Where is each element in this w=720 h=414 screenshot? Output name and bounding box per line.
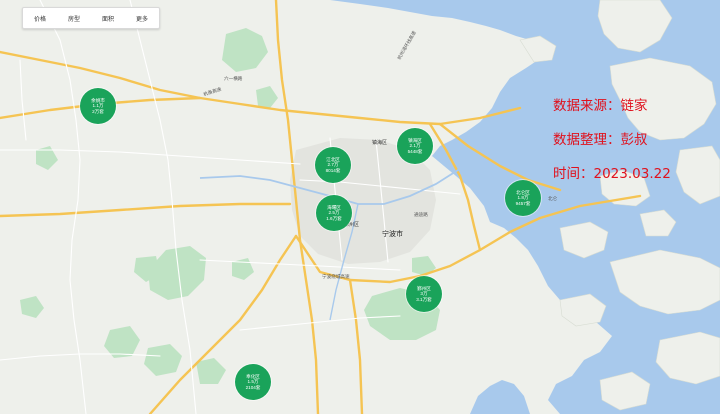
label-ring: 宁波绕城高速 bbox=[322, 273, 350, 280]
cluster-jiangbei[interactable]: 江北区 2.7万 8014套 bbox=[315, 147, 351, 183]
cluster-haishu[interactable]: 海曙区 2.5万 1.6万套 bbox=[316, 195, 352, 231]
cluster-price: 8014套 bbox=[325, 167, 341, 173]
label-zhenhai: 镇海区 bbox=[372, 139, 387, 146]
cluster-yuyao[interactable]: 余姚市 1.1万 2万套 bbox=[80, 88, 116, 124]
base-map[interactable]: 宁波市 镇海区 鄞州区 杭州湾环线高速 杭甬高速 六一横路 北仑 通途路 宁波绕… bbox=[0, 0, 720, 414]
cluster-fenghua[interactable]: 奉化区 1.5万 2104套 bbox=[235, 364, 271, 400]
filter-price[interactable]: 价格 bbox=[34, 14, 46, 23]
data-source-text: 数据来源：链家 bbox=[553, 98, 648, 114]
label-tongtu: 通途路 bbox=[414, 211, 428, 218]
cluster-yinzhou[interactable]: 鄞州区 3万 3.1万套 bbox=[406, 276, 442, 312]
cluster-price: 1.6万套 bbox=[326, 215, 342, 221]
cluster-zhenhai[interactable]: 镇海区 2.1万 5448套 bbox=[397, 128, 433, 164]
label-liuheng: 六一横路 bbox=[224, 75, 243, 82]
cluster-price: 3.1万套 bbox=[416, 296, 432, 302]
filter-more[interactable]: 更多 bbox=[136, 14, 148, 23]
cluster-beilun[interactable]: 北仑区 1.8万 9457套 bbox=[505, 180, 541, 216]
date-text: 时间：2023.03.22 bbox=[553, 166, 671, 182]
data-editor-text: 数据整理：彭叔 bbox=[553, 132, 648, 148]
label-city: 宁波市 bbox=[382, 229, 403, 238]
label-beilun: 北仑 bbox=[548, 195, 558, 202]
filter-area[interactable]: 面积 bbox=[102, 14, 114, 23]
filter-bar: 价格 房型 面积 更多 bbox=[22, 7, 160, 29]
cluster-price: 5448套 bbox=[407, 148, 423, 154]
cluster-price: 2104套 bbox=[245, 384, 261, 390]
cluster-price: 9457套 bbox=[515, 200, 531, 206]
filter-layout[interactable]: 房型 bbox=[68, 14, 80, 23]
cluster-price: 2万套 bbox=[92, 108, 104, 114]
